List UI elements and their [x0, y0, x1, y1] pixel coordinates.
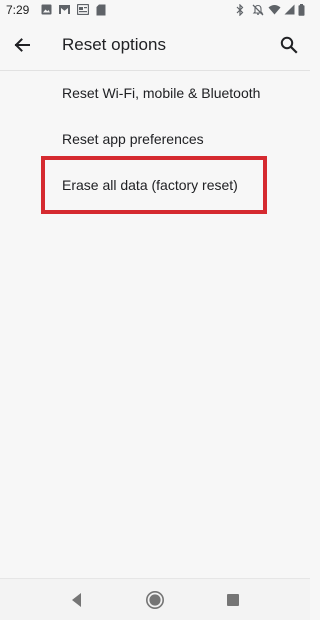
back-button[interactable] — [10, 33, 34, 57]
status-right-icons — [234, 4, 306, 16]
page-title: Reset options — [62, 35, 166, 54]
wifi-icon — [268, 5, 281, 15]
nav-home-icon — [146, 591, 164, 609]
search-button[interactable] — [277, 33, 301, 57]
nav-bar — [0, 578, 310, 620]
mute-icon — [252, 4, 264, 16]
option-reset-network[interactable]: Reset Wi-Fi, mobile & Bluetooth — [0, 70, 310, 116]
nav-back-icon — [72, 593, 81, 607]
battery-icon — [298, 4, 305, 16]
highlight-box — [41, 156, 267, 214]
news-icon — [77, 4, 89, 15]
photo-icon — [41, 4, 52, 15]
storage-icon — [96, 4, 106, 16]
arrow-back-icon — [14, 38, 30, 52]
bluetooth-icon — [236, 4, 244, 16]
search-icon — [280, 36, 298, 54]
nav-recents-button[interactable] — [222, 589, 244, 611]
status-time: 7:29 — [6, 3, 30, 17]
gmail-icon — [59, 5, 70, 14]
status-bar: 7:29 — [0, 0, 310, 20]
nav-recents-icon — [227, 594, 239, 606]
option-label: Reset Wi-Fi, mobile & Bluetooth — [62, 85, 261, 101]
option-label: Reset app preferences — [62, 131, 204, 147]
nav-back-button[interactable] — [66, 589, 88, 611]
app-bar: Reset options — [0, 20, 310, 71]
signal-icon — [284, 4, 295, 15]
nav-home-button[interactable] — [144, 589, 166, 611]
screen: 7:29 Reset options Reset Wi-Fi, mobile &… — [0, 0, 310, 620]
